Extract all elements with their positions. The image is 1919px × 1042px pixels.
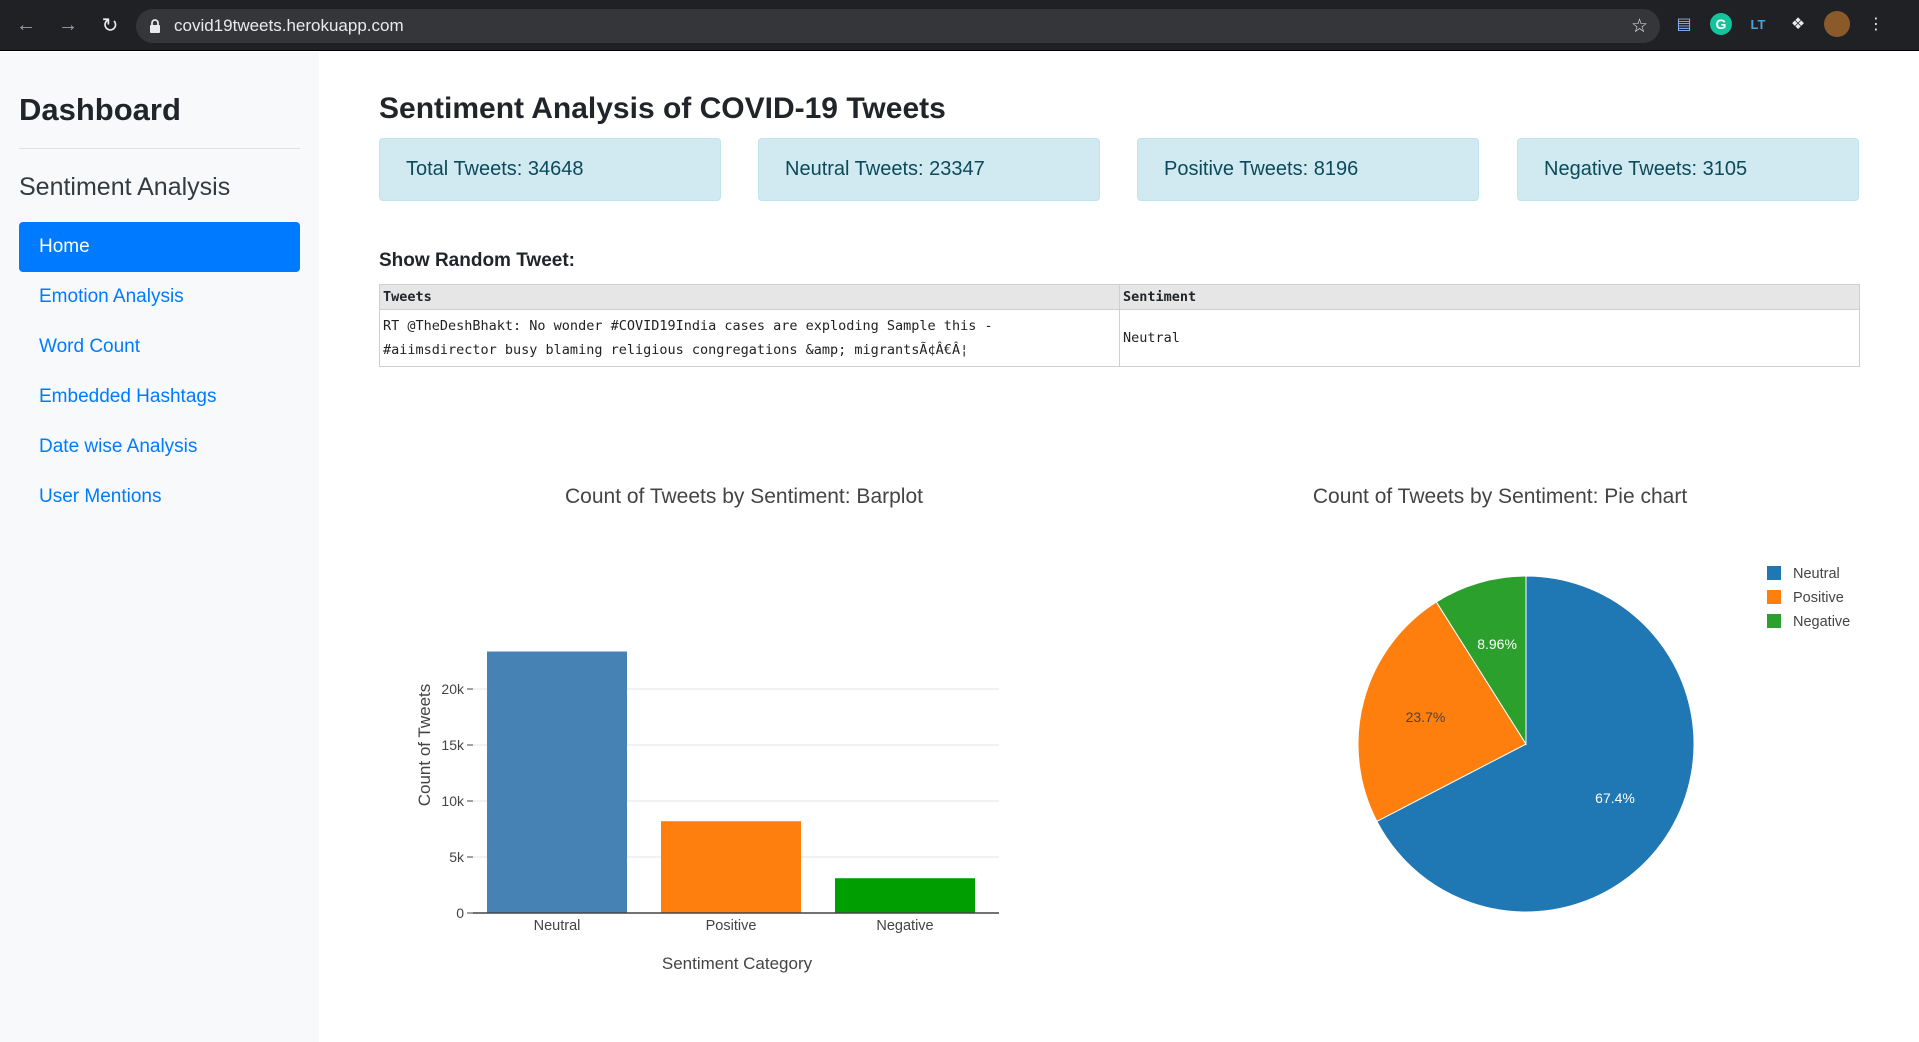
pie-slice-label: 8.96%: [1477, 636, 1517, 652]
tweet-text-line: RT @TheDeshBhakt: No wonder #COVID19Indi…: [383, 318, 993, 334]
lock-icon: [148, 19, 162, 33]
bar-chart-y-axis-label: Count of Tweets: [415, 684, 434, 807]
extensions-puzzle-icon[interactable]: ❖: [1784, 10, 1812, 38]
tweet-cell: RT @TheDeshBhakt: No wonder #COVID19Indi…: [379, 309, 1120, 367]
bar-x-tick-label: Negative: [876, 918, 933, 934]
table-header-row: Tweets Sentiment: [379, 284, 1860, 310]
bar-neutral[interactable]: [487, 651, 627, 913]
table-row: RT @TheDeshBhakt: No wonder #COVID19Indi…: [379, 309, 1860, 367]
column-header-sentiment: Sentiment: [1119, 284, 1860, 310]
stat-card-neutral: Neutral Tweets: 23347: [758, 138, 1100, 201]
bar-y-tick-label: 10k: [441, 793, 465, 809]
bookmark-star-icon[interactable]: ☆: [1631, 15, 1648, 38]
sidebar-item-date-wise-analysis[interactable]: Date wise Analysis: [19, 422, 300, 472]
pie-chart-slices: [1357, 575, 1695, 913]
legend-swatch[interactable]: [1767, 566, 1781, 580]
bar-chart: Count of Tweets by Sentiment: Barplot 0 5…: [415, 485, 999, 973]
bar-chart-x-ticks: Neutral Positive Negative: [534, 918, 934, 934]
sidebar-item-emotion-analysis[interactable]: Emotion Analysis: [19, 272, 300, 322]
bar-y-tick-label: 0: [456, 905, 464, 921]
bar-chart-y-ticks: 0 5k 10k 15k 20k: [441, 681, 473, 921]
address-bar[interactable]: covid19tweets.herokuapp.com ☆: [136, 9, 1660, 43]
sidebar-brand: Dashboard: [19, 92, 300, 149]
bar-y-tick-label: 5k: [449, 849, 465, 865]
sidebar-item-home[interactable]: Home: [19, 222, 300, 272]
stat-card-positive: Positive Tweets: 8196: [1137, 138, 1479, 201]
pie-chart: Count of Tweets by Sentiment: Pie chart …: [1313, 485, 1850, 913]
random-tweet-heading: Show Random Tweet:: [379, 250, 575, 271]
bar-x-tick-label: Positive: [706, 918, 757, 934]
random-tweet-table: Tweets Sentiment RT @TheDeshBhakt: No wo…: [379, 284, 1860, 367]
column-header-tweets: Tweets: [379, 284, 1120, 310]
stat-card-total: Total Tweets: 34648: [379, 138, 721, 201]
main-content: Sentiment Analysis of COVID-19 Tweets To…: [319, 52, 1919, 1042]
pie-chart-legend[interactable]: Neutral Positive Negative: [1767, 566, 1850, 630]
page-title: Sentiment Analysis of COVID-19 Tweets: [379, 92, 946, 125]
bar-negative[interactable]: [835, 878, 975, 913]
sidebar-item-user-mentions[interactable]: User Mentions: [19, 472, 300, 522]
sidebar-nav: Home Emotion Analysis Word Count Embedde…: [19, 222, 300, 522]
feedback-extension-icon[interactable]: ▤: [1670, 10, 1698, 38]
legend-swatch[interactable]: [1767, 590, 1781, 604]
url-text: covid19tweets.herokuapp.com: [174, 16, 404, 35]
bar-x-tick-label: Neutral: [534, 918, 581, 934]
bar-chart-bars: [487, 651, 975, 913]
languagetool-extension-icon[interactable]: LT: [1744, 10, 1772, 38]
sentiment-cell: Neutral: [1119, 309, 1860, 367]
bar-positive[interactable]: [661, 821, 801, 913]
back-icon[interactable]: ←: [10, 9, 42, 41]
browser-menu-icon[interactable]: ⋮: [1862, 10, 1890, 38]
bar-chart-title: Count of Tweets by Sentiment: Barplot: [565, 485, 923, 508]
sidebar-subtitle: Sentiment Analysis: [19, 173, 231, 201]
bar-y-tick-label: 20k: [441, 681, 465, 697]
sidebar-item-embedded-hashtags[interactable]: Embedded Hashtags: [19, 372, 300, 422]
bar-y-tick-label: 15k: [441, 737, 465, 753]
reload-icon[interactable]: ↻: [94, 9, 126, 41]
sidebar-item-word-count[interactable]: Word Count: [19, 322, 300, 372]
legend-label[interactable]: Positive: [1793, 590, 1844, 606]
forward-icon[interactable]: →: [52, 9, 84, 41]
pie-chart-title: Count of Tweets by Sentiment: Pie chart: [1313, 485, 1687, 508]
profile-avatar[interactable]: [1824, 11, 1850, 37]
tweet-text-line: #aiimsdirector busy blaming religious co…: [383, 342, 969, 358]
stat-card-negative: Negative Tweets: 3105: [1517, 138, 1859, 201]
pie-slice-label: 67.4%: [1595, 790, 1635, 806]
legend-label[interactable]: Neutral: [1793, 566, 1840, 582]
legend-swatch[interactable]: [1767, 614, 1781, 628]
grammarly-extension-icon[interactable]: G: [1710, 13, 1732, 35]
pie-slice-label: 23.7%: [1406, 709, 1446, 725]
browser-toolbar: ← → ↻ covid19tweets.herokuapp.com ☆ ▤ G …: [0, 0, 1919, 51]
bar-chart-x-axis-label: Sentiment Category: [662, 954, 813, 973]
sidebar: Dashboard Sentiment Analysis Home Emotio…: [0, 52, 319, 1042]
legend-label[interactable]: Negative: [1793, 614, 1850, 630]
